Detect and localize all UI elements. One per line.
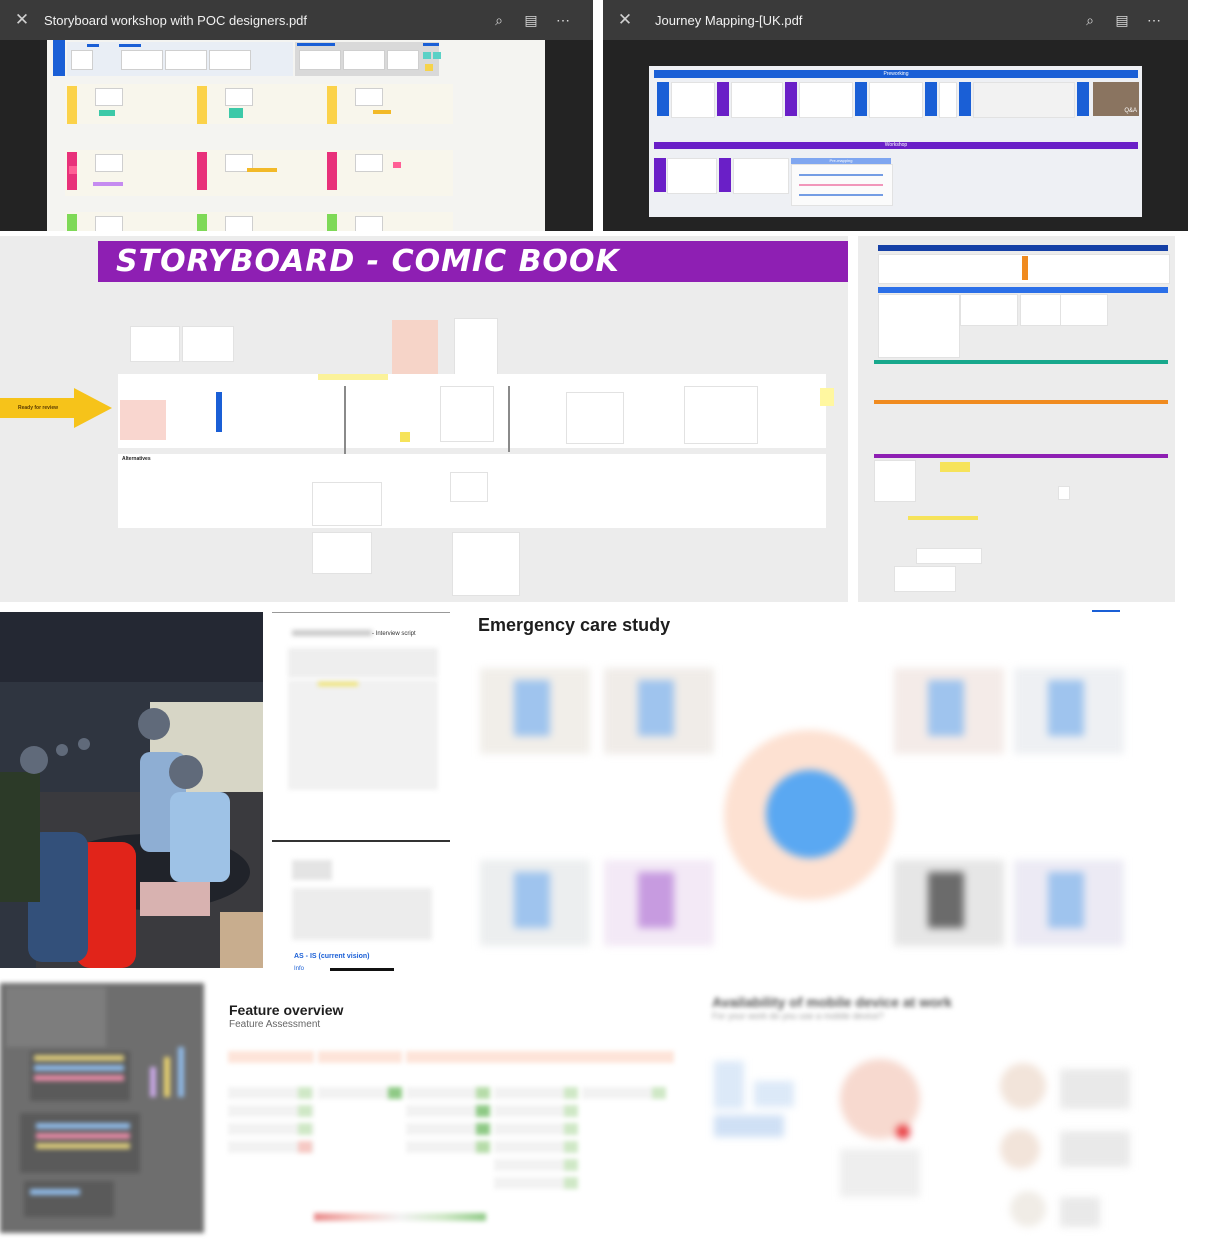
document-title: Storyboard workshop with POC designers.p… xyxy=(44,12,308,28)
find-in-page-icon[interactable]: ⌕ xyxy=(1074,12,1106,29)
interview-document: - Interview script AS - IS (current visi… xyxy=(272,612,450,974)
pdf-viewer-journey-mapping: ✕ Journey Mapping-[UK.pdf ⌕ ▤ ⋯ Preworki… xyxy=(603,0,1188,231)
mobile-illustration xyxy=(704,1039,1152,1239)
section-preworking: Preworking xyxy=(654,70,1138,78)
mobile-subtitle: For your work do you use a mobile device… xyxy=(712,1011,884,1021)
feature-overview-slide: Feature overview Feature Assessment xyxy=(214,983,684,1245)
workshop-photo-image xyxy=(0,612,263,968)
emergency-title: Emergency care study xyxy=(478,615,671,635)
journey-board-overview xyxy=(858,236,1175,602)
mobile-availability-slide: Availability of mobile device at work Fo… xyxy=(694,983,1158,1245)
find-in-page-icon[interactable]: ⌕ xyxy=(483,12,515,29)
as-is-label: AS - IS (current vision) xyxy=(294,953,370,960)
workshop-photo xyxy=(0,612,263,968)
feature-subtitle: Feature Assessment xyxy=(229,1019,321,1030)
section-workshop: Workshop xyxy=(654,142,1138,149)
close-icon[interactable]: ✕ xyxy=(603,10,647,30)
interview-script-label: - Interview script xyxy=(372,631,416,637)
arrow-head-icon xyxy=(74,388,112,428)
more-icon[interactable]: ⋯ xyxy=(1138,12,1170,29)
feature-table xyxy=(228,1051,674,1211)
info-label: Info xyxy=(294,966,305,972)
document-title: Journey Mapping-[UK.pdf xyxy=(655,12,803,28)
study-illustration xyxy=(474,660,1144,960)
viewer-toolbar: ✕ Journey Mapping-[UK.pdf ⌕ ▤ ⋯ xyxy=(603,0,1188,40)
viewer-toolbar: ✕ Storyboard workshop with POC designers… xyxy=(0,0,593,40)
qa-tile: Q&A xyxy=(1093,82,1139,116)
emergency-care-study: Emergency care study xyxy=(460,602,1168,974)
storyboard-banner: STORYBOARD - COMIC BOOK xyxy=(98,241,848,282)
alternatives-label: Alternatives xyxy=(122,456,151,462)
comment-icon[interactable]: ▤ xyxy=(1106,12,1138,29)
pdf-page xyxy=(47,40,545,231)
comment-icon[interactable]: ▤ xyxy=(515,12,547,29)
mobile-title: Availability of mobile device at work xyxy=(712,994,952,1010)
more-icon[interactable]: ⋯ xyxy=(547,12,579,29)
pdf-viewer-storyboard: ✕ Storyboard workshop with POC designers… xyxy=(0,0,593,231)
ready-for-review-arrow: Ready for review xyxy=(0,398,76,418)
feature-title: Feature overview xyxy=(229,1002,344,1018)
rating-scale xyxy=(314,1213,486,1221)
storyboard-board: STORYBOARD - COMIC BOOK Ready for review… xyxy=(0,236,848,602)
close-icon[interactable]: ✕ xyxy=(0,10,44,30)
pdf-page: Preworking Q&A Workshop Pre-mapping xyxy=(649,66,1142,217)
dark-data-panel xyxy=(0,983,204,1233)
